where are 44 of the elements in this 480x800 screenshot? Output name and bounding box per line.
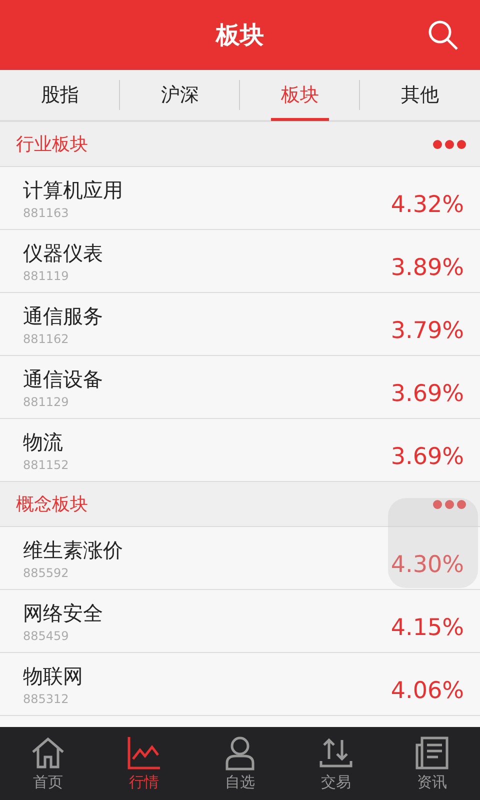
change-percent: 4.06% xyxy=(390,678,464,704)
section-title: 概念板块 xyxy=(16,493,88,516)
sector-name: 网络安全 xyxy=(23,600,103,626)
sector-code: 881129 xyxy=(23,394,70,408)
sector-name: 通信设备 xyxy=(23,366,103,392)
nav-item[interactable]: 首页 xyxy=(0,727,96,800)
chart-icon xyxy=(126,735,162,771)
change-percent: 3.69% xyxy=(390,444,464,470)
change-percent: 4.32% xyxy=(390,192,464,218)
sector-code: 881163 xyxy=(23,206,70,220)
change-percent: 3.69% xyxy=(390,381,464,407)
more-button[interactable] xyxy=(433,500,466,508)
ellipsis-icon xyxy=(433,500,466,508)
tab[interactable]: 股指 xyxy=(31,71,89,121)
newspaper-icon xyxy=(414,735,450,771)
sector-name: 计算机应用 xyxy=(23,176,123,204)
ellipsis-icon xyxy=(433,140,466,148)
nav-item[interactable]: 行情 xyxy=(96,727,192,800)
floating-button[interactable] xyxy=(388,498,478,588)
nav-item[interactable]: 资讯 xyxy=(384,727,480,800)
house-icon xyxy=(30,735,66,771)
change-percent: 4.15% xyxy=(390,615,464,641)
sector-name: 仪器仪表 xyxy=(23,240,103,266)
sector-code: 881162 xyxy=(23,332,70,346)
sector-code: 885459 xyxy=(23,628,70,642)
search-button[interactable] xyxy=(426,18,460,52)
change-percent: 4.30% xyxy=(390,552,464,578)
change-percent: 3.89% xyxy=(390,255,464,281)
sector-name: 通信服务 xyxy=(23,302,103,330)
sector-code: 881119 xyxy=(23,268,70,282)
sector-name: 物流 xyxy=(23,428,64,456)
page-title: 板块 xyxy=(216,20,264,51)
sector-code: 885592 xyxy=(23,566,70,580)
sector-code: 885312 xyxy=(23,692,70,706)
section-title: 行业板块 xyxy=(16,133,88,156)
nav-item[interactable]: 自选 xyxy=(192,727,288,800)
change-percent: 3.79% xyxy=(390,318,464,344)
more-button[interactable] xyxy=(433,140,466,148)
tab[interactable]: 其他 xyxy=(391,71,449,121)
sector-code: 881152 xyxy=(23,458,69,472)
tab[interactable]: 沪深 xyxy=(151,71,209,121)
sector-name: 维生素涨价 xyxy=(23,536,123,564)
sector-name: 物联网 xyxy=(23,662,83,690)
nav-item[interactable]: 交易 xyxy=(288,727,384,800)
